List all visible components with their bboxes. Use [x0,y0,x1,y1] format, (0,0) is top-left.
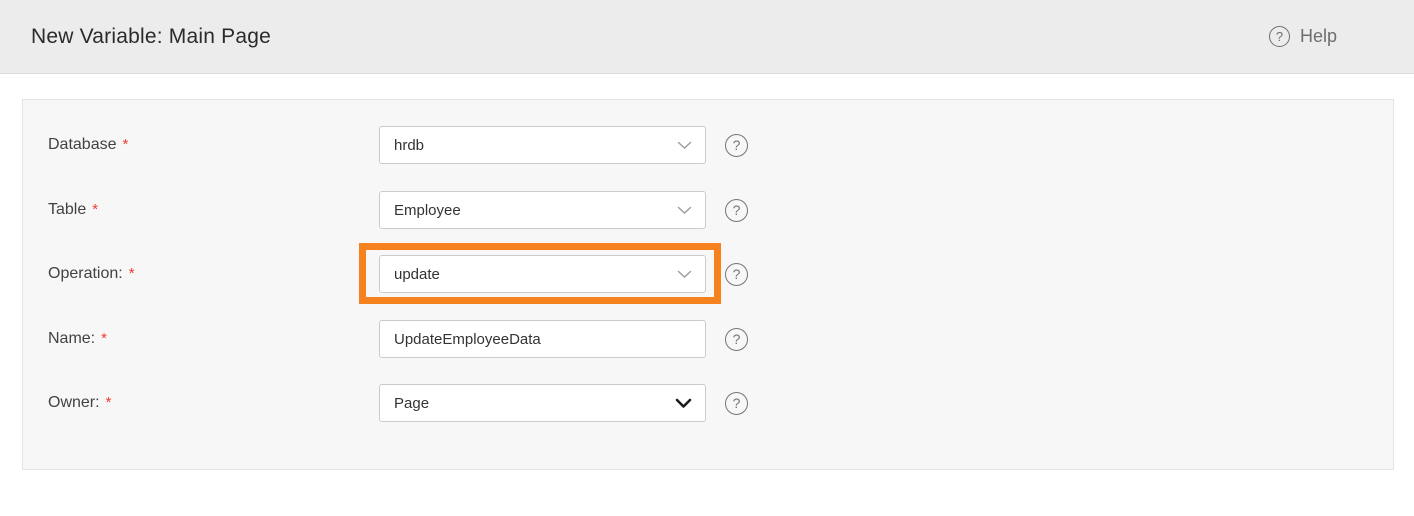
table-label: Table * [48,201,379,219]
table-dropdown-value: Employee [394,202,677,219]
operation-dropdown[interactable]: update [379,255,706,293]
required-asterisk: * [92,201,98,218]
chevron-down-icon [677,141,692,150]
name-input[interactable] [379,320,706,358]
operation-hint-icon[interactable]: ? [725,263,748,286]
help-circle-icon: ? [1269,26,1290,47]
database-label: Database * [48,136,379,154]
database-hint-icon[interactable]: ? [725,134,748,157]
database-dropdown[interactable]: hrdb [379,126,706,164]
name-label: Name: * [48,330,379,348]
label-text: Name: [48,330,95,348]
form-row-owner: Owner: * Page ? [48,384,748,422]
required-asterisk: * [101,330,107,347]
required-asterisk: * [123,136,129,153]
header-bar: New Variable: Main Page ? Help [0,0,1414,74]
form-row-operation: Operation: * update ? [48,255,748,293]
table-hint-icon[interactable]: ? [725,199,748,222]
operation-label: Operation: * [48,265,379,283]
chevron-down-bold-icon [675,398,692,409]
database-dropdown-value: hrdb [394,137,677,154]
form-row-name: Name: * ? [48,320,748,358]
help-button[interactable]: ? Help [1269,0,1337,73]
required-asterisk: * [129,265,135,282]
owner-label: Owner: * [48,394,379,412]
owner-select[interactable]: Page [379,384,706,422]
owner-hint-icon[interactable]: ? [725,392,748,415]
owner-select-value: Page [394,395,675,412]
form-panel: Database * hrdb ? Table * Employee ? Ope… [22,99,1394,470]
label-text: Table [48,201,86,219]
required-asterisk: * [106,394,112,411]
form-row-table: Table * Employee ? [48,191,748,229]
chevron-down-icon [677,206,692,215]
label-text: Owner: [48,394,100,412]
chevron-down-icon [677,270,692,279]
operation-dropdown-value: update [394,266,677,283]
help-label: Help [1300,26,1337,47]
form-row-database: Database * hrdb ? [48,126,748,164]
table-dropdown[interactable]: Employee [379,191,706,229]
page-title: New Variable: Main Page [31,25,271,49]
label-text: Database [48,136,117,154]
name-hint-icon[interactable]: ? [725,328,748,351]
label-text: Operation: [48,265,123,283]
